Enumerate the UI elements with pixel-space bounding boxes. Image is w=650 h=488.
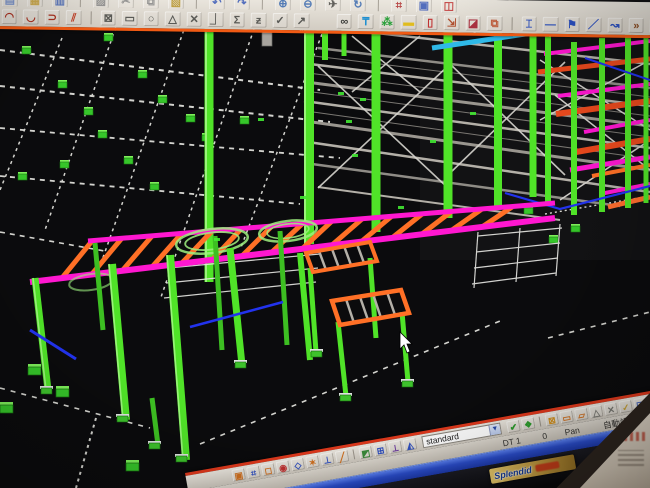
circle-tool-icon[interactable]: ○ xyxy=(143,11,159,26)
chevron-down-icon[interactable]: ▼ xyxy=(488,424,501,436)
toolbar-separator xyxy=(80,0,81,7)
arrow-tool-icon[interactable]: ↗ xyxy=(294,13,310,28)
undo-icon[interactable]: ↶ xyxy=(209,0,225,10)
capture-icon[interactable]: ◪ xyxy=(465,15,481,30)
print-icon[interactable]: ▨ xyxy=(93,0,109,9)
status-field: 0 xyxy=(541,430,547,441)
toolbar-separator xyxy=(378,0,379,11)
snap-mid-icon[interactable]: ◇ xyxy=(290,457,305,471)
dup-view-icon[interactable]: ⧉ xyxy=(487,15,503,30)
twin-profile-icon[interactable]: » xyxy=(628,17,644,32)
paper-box-gray-print xyxy=(618,450,644,466)
redo-icon[interactable]: ↷ xyxy=(234,0,250,11)
snap-grid-icon[interactable]: ⌗ xyxy=(246,465,261,479)
select-welds-icon[interactable]: ✓ xyxy=(618,399,633,413)
ruler-icon[interactable]: ⇲ xyxy=(444,15,460,30)
snap-center-icon[interactable]: ◉ xyxy=(275,460,290,474)
sticker-red-mark xyxy=(535,461,560,472)
point-box-icon[interactable]: ⊠ xyxy=(100,10,116,25)
weld-icon[interactable]: ◠ xyxy=(2,9,18,24)
snap-reference-icon[interactable]: ◭ xyxy=(403,437,418,451)
toolbar-separator xyxy=(352,449,355,459)
save-model-icon[interactable]: ▥ xyxy=(52,0,68,8)
cross-tool-icon[interactable]: ✕ xyxy=(186,11,202,26)
snap-intersection-icon[interactable]: ✶ xyxy=(305,455,320,469)
beam-tool-icon[interactable]: — xyxy=(543,16,559,31)
toolbar-separator xyxy=(262,0,263,10)
splendid-sticker-text: Splendid xyxy=(493,464,532,480)
toolbar-separator xyxy=(196,0,197,9)
snap-ortho-icon[interactable]: ⟂ xyxy=(388,440,403,454)
paste-icon[interactable]: ▧ xyxy=(168,0,184,10)
check-tool-icon[interactable]: ✓ xyxy=(272,12,288,27)
snap-free-icon[interactable]: ▣ xyxy=(231,468,246,482)
snap-any-icon[interactable]: ⊞ xyxy=(373,443,388,457)
copy-icon[interactable]: ⧉ xyxy=(143,0,159,9)
zoom-out-icon[interactable]: ⊖ xyxy=(300,0,316,11)
filter-apply-icon[interactable]: ✔ xyxy=(506,419,521,433)
weld-prep-icon[interactable]: ◡ xyxy=(23,9,39,24)
select-parts-icon[interactable]: ▭ xyxy=(559,410,574,424)
point-cloud-icon[interactable]: ⁂ xyxy=(379,14,395,29)
snap-end-icon[interactable]: ◻ xyxy=(261,462,276,476)
polygon-weld-icon[interactable]: ⊃ xyxy=(45,9,61,24)
level-icon[interactable]: ₸ xyxy=(358,14,374,29)
properties-icon[interactable]: ◫ xyxy=(441,0,457,13)
status-field: Pan xyxy=(564,424,581,436)
diagonal-beam-icon[interactable]: ／ xyxy=(586,17,602,32)
column-tool-icon[interactable]: ⌶ xyxy=(521,16,537,31)
clip-plane-icon[interactable]: ▯ xyxy=(422,14,438,29)
snap-perpendicular-icon[interactable]: ⊥ xyxy=(320,452,335,466)
polybeam-tool-icon[interactable]: ⚑ xyxy=(564,16,580,31)
snap-line-icon[interactable]: ╱ xyxy=(335,449,350,463)
fly-icon[interactable]: ✈ xyxy=(325,0,341,12)
select-all-icon[interactable]: ⊠ xyxy=(544,412,559,426)
toolbar-separator xyxy=(539,417,542,427)
cut-part-icon[interactable]: ⫽ xyxy=(66,10,82,25)
rectangle-tool-icon[interactable]: ▭ xyxy=(122,10,138,25)
area-icon[interactable]: ▬ xyxy=(401,14,417,29)
phase-icon[interactable]: ❖ xyxy=(521,417,536,431)
toolbar-separator xyxy=(511,17,512,30)
curved-beam-icon[interactable]: ↝ xyxy=(607,17,623,32)
select-lines-icon[interactable]: ✕ xyxy=(603,402,618,416)
sigma-tool-icon[interactable]: Σ xyxy=(229,12,245,27)
perpendicular-tool-icon[interactable]: ⏌ xyxy=(208,11,224,26)
select-points-icon[interactable]: △ xyxy=(589,405,604,419)
triangle-tool-icon[interactable]: △ xyxy=(165,11,181,26)
view-list-icon[interactable]: ▣ xyxy=(416,0,432,13)
select-surfaces-icon[interactable]: ▱ xyxy=(574,407,589,421)
toolbar-separator xyxy=(90,11,91,24)
monitor-photo: 3 7 5 6 ▤▦▥▨✂⧉▧↶↷⊕⊖✈↻⌗▣◫ ◠◡⊃⫽⊠▭○△✕⏌Σƶ✓↗∞… xyxy=(0,0,650,488)
snap-nearest-icon[interactable]: ◩ xyxy=(358,445,373,459)
find-icon[interactable]: ∞ xyxy=(336,13,352,28)
grid-icon[interactable]: ⌗ xyxy=(391,0,407,13)
cut-icon[interactable]: ✂ xyxy=(118,0,134,9)
zoom-in-icon[interactable]: ⊕ xyxy=(275,0,291,11)
z-section-icon[interactable]: ƶ xyxy=(251,12,267,27)
rotate-view-icon[interactable]: ↻ xyxy=(350,0,366,12)
